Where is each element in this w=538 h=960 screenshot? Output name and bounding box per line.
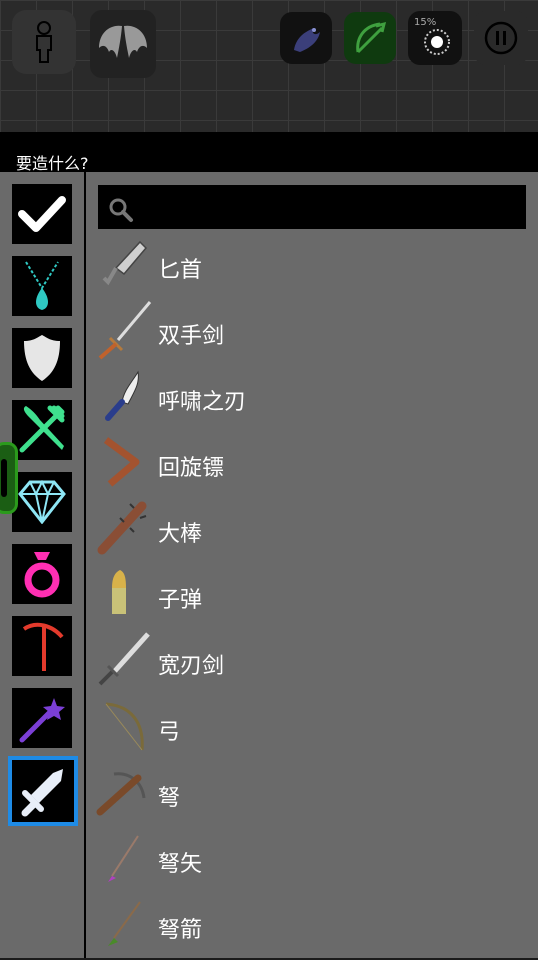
list-item-label: 大棒 — [158, 522, 203, 547]
category-necklace[interactable] — [12, 256, 72, 316]
wand-icon — [19, 698, 65, 743]
category-column — [0, 172, 84, 958]
category-armor[interactable] — [12, 328, 72, 388]
list-item-two-handed-sword[interactable]: 双手剑 — [86, 300, 538, 366]
pause-icon — [484, 21, 518, 55]
list-item-label: 呼啸之刃 — [158, 390, 247, 415]
category-ring[interactable] — [12, 544, 72, 604]
shield-icon — [24, 335, 60, 381]
dialog-title: 要造什么? — [16, 154, 89, 173]
list-item-label: 匕首 — [158, 258, 203, 283]
category-tools[interactable] — [12, 616, 72, 676]
pause-button[interactable] — [474, 11, 528, 65]
list-item-bullet[interactable]: 子弹 — [86, 564, 538, 630]
list-item-label: 双手剑 — [158, 324, 225, 349]
bullet-icon — [112, 570, 126, 614]
bow-equip-button[interactable] — [344, 12, 396, 64]
dragon-icon — [294, 28, 320, 52]
check-icon — [18, 196, 66, 232]
broadsword-icon — [98, 632, 150, 686]
bow-icon — [105, 702, 144, 751]
effect-button[interactable]: 15% — [408, 11, 462, 65]
club-icon — [97, 501, 147, 555]
list-item-howling-blade[interactable]: 呼啸之刃 — [86, 366, 538, 432]
category-gem[interactable] — [12, 472, 72, 532]
crossbow-bolt-icon — [108, 835, 139, 882]
howling-blade-icon — [105, 370, 139, 421]
category-weapons[interactable] — [8, 756, 78, 826]
list-item-label: 宽刃剑 — [158, 654, 225, 679]
boomerang-icon — [103, 437, 140, 487]
list-item-label: 回旋镖 — [158, 456, 225, 481]
wings-button[interactable] — [90, 10, 156, 78]
recipe-list: 匕首 双手剑 呼啸之刃 回旋镖 大棒 子弹 宽刃剑 弓 弩 弩矢 弩箭 — [86, 172, 538, 958]
list-item-label: 弩箭 — [158, 918, 203, 943]
crossbow-arrow-icon — [108, 901, 141, 946]
necklace-icon — [25, 261, 59, 310]
list-item-crossbow-arrow[interactable]: 弩箭 — [86, 894, 538, 960]
pickaxe-icon — [22, 622, 64, 671]
list-item-label: 弩 — [158, 786, 181, 811]
drawer-grip — [1, 459, 7, 497]
list-item-club[interactable]: 大棒 — [86, 498, 538, 564]
list-item-bow[interactable]: 弓 — [86, 696, 538, 762]
search-icon — [109, 198, 133, 222]
list-item-label: 子弹 — [158, 588, 203, 613]
list-item-crossbow[interactable]: 弩 — [86, 762, 538, 828]
category-magic[interactable] — [12, 688, 72, 748]
ring-icon — [24, 552, 60, 598]
crossbow-icon — [96, 772, 146, 816]
craft-dialog: 要造什么? 匕首 双手剑 呼啸之刃 回旋镖 大棒 子弹 宽刃剑 弓 弩 弩矢 弩… — [0, 132, 538, 958]
diamond-icon — [18, 480, 66, 524]
bow-arrow-icon — [356, 21, 387, 54]
category-all[interactable] — [12, 184, 72, 244]
side-drawer-handle[interactable] — [0, 442, 18, 514]
dragon-button[interactable] — [280, 12, 332, 64]
person-icon — [36, 21, 52, 63]
wings-icon — [99, 25, 147, 59]
character-button[interactable] — [12, 10, 76, 74]
category-food[interactable] — [12, 400, 72, 460]
list-item-broadsword[interactable]: 宽刃剑 — [86, 630, 538, 696]
list-item-boomerang[interactable]: 回旋镖 — [86, 432, 538, 498]
fork-knife-icon — [19, 405, 65, 453]
list-item-label: 弓 — [158, 720, 181, 745]
list-item-label: 弩矢 — [158, 852, 203, 877]
dagger-icon — [102, 240, 148, 286]
two-handed-sword-icon — [98, 301, 152, 360]
effect-percent: 15% — [414, 17, 437, 28]
list-item-crossbow-bolt[interactable]: 弩矢 — [86, 828, 538, 894]
search-input[interactable] — [98, 185, 526, 229]
list-item-dagger[interactable]: 匕首 — [86, 234, 538, 300]
sword-icon — [21, 769, 63, 817]
